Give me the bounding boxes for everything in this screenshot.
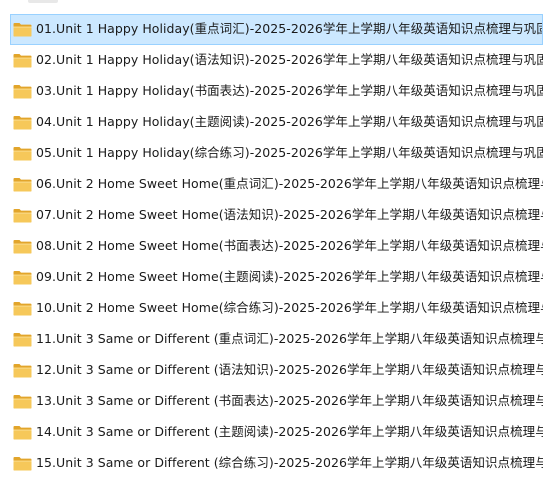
folder-row[interactable]: 05.Unit 1 Happy Holiday(综合练习)-2025-2026学… (10, 138, 543, 169)
folder-icon (13, 394, 32, 409)
folder-row[interactable]: 04.Unit 1 Happy Holiday(主题阅读)-2025-2026学… (10, 107, 543, 138)
folder-row[interactable]: 12.Unit 3 Same or Different (语法知识)-2025-… (10, 355, 543, 386)
folder-name: 14.Unit 3 Same or Different (主题阅读)-2025-… (36, 424, 543, 440)
folder-row[interactable]: 01.Unit 1 Happy Holiday(重点词汇)-2025-2026学… (10, 14, 543, 45)
folder-row[interactable]: 03.Unit 1 Happy Holiday(书面表达)-2025-2026学… (10, 76, 543, 107)
folder-row[interactable]: 06.Unit 2 Home Sweet Home(重点词汇)-2025-202… (10, 169, 543, 200)
folder-icon (13, 115, 32, 130)
folder-name: 09.Unit 2 Home Sweet Home(主题阅读)-2025-202… (36, 269, 543, 285)
folder-name: 01.Unit 1 Happy Holiday(重点词汇)-2025-2026学… (36, 21, 543, 37)
folder-row[interactable]: 07.Unit 2 Home Sweet Home(语法知识)-2025-202… (10, 200, 543, 231)
folder-name: 10.Unit 2 Home Sweet Home(综合练习)-2025-202… (36, 300, 543, 316)
folder-name: 06.Unit 2 Home Sweet Home(重点词汇)-2025-202… (36, 176, 543, 192)
folder-row[interactable]: 14.Unit 3 Same or Different (主题阅读)-2025-… (10, 417, 543, 448)
folder-icon (13, 425, 32, 440)
folder-name: 15.Unit 3 Same or Different (综合练习)-2025-… (36, 455, 543, 471)
folder-icon (13, 208, 32, 223)
folder-icon (13, 22, 32, 37)
folder-row[interactable]: 15.Unit 3 Same or Different (综合练习)-2025-… (10, 448, 543, 479)
folder-icon (13, 53, 32, 68)
folder-icon (13, 239, 32, 254)
folder-icon (13, 146, 32, 161)
folder-row[interactable]: 09.Unit 2 Home Sweet Home(主题阅读)-2025-202… (10, 262, 543, 293)
top-edge (0, 0, 543, 6)
folder-name: 12.Unit 3 Same or Different (语法知识)-2025-… (36, 362, 543, 378)
folder-icon (13, 363, 32, 378)
folder-name: 05.Unit 1 Happy Holiday(综合练习)-2025-2026学… (36, 145, 543, 161)
folder-row[interactable]: 02.Unit 1 Happy Holiday(语法知识)-2025-2026学… (10, 45, 543, 76)
folder-icon (13, 301, 32, 316)
folder-icon (13, 456, 32, 471)
folder-name: 11.Unit 3 Same or Different (重点词汇)-2025-… (36, 331, 543, 347)
folder-row[interactable]: 11.Unit 3 Same or Different (重点词汇)-2025-… (10, 324, 543, 355)
folder-name: 02.Unit 1 Happy Holiday(语法知识)-2025-2026学… (36, 52, 543, 68)
folder-list: 01.Unit 1 Happy Holiday(重点词汇)-2025-2026学… (10, 14, 543, 479)
folder-icon (13, 332, 32, 347)
folder-name: 03.Unit 1 Happy Holiday(书面表达)-2025-2026学… (36, 83, 543, 99)
folder-icon (13, 177, 32, 192)
folder-name: 08.Unit 2 Home Sweet Home(书面表达)-2025-202… (36, 238, 543, 254)
folder-name: 13.Unit 3 Same or Different (书面表达)-2025-… (36, 393, 543, 409)
folder-row[interactable]: 10.Unit 2 Home Sweet Home(综合练习)-2025-202… (10, 293, 543, 324)
folder-name: 07.Unit 2 Home Sweet Home(语法知识)-2025-202… (36, 207, 543, 223)
folder-name: 04.Unit 1 Happy Holiday(主题阅读)-2025-2026学… (36, 114, 543, 130)
folder-icon (13, 84, 32, 99)
folder-icon (13, 270, 32, 285)
folder-row[interactable]: 08.Unit 2 Home Sweet Home(书面表达)-2025-202… (10, 231, 543, 262)
header-remnant (28, 0, 58, 3)
folder-row[interactable]: 13.Unit 3 Same or Different (书面表达)-2025-… (10, 386, 543, 417)
